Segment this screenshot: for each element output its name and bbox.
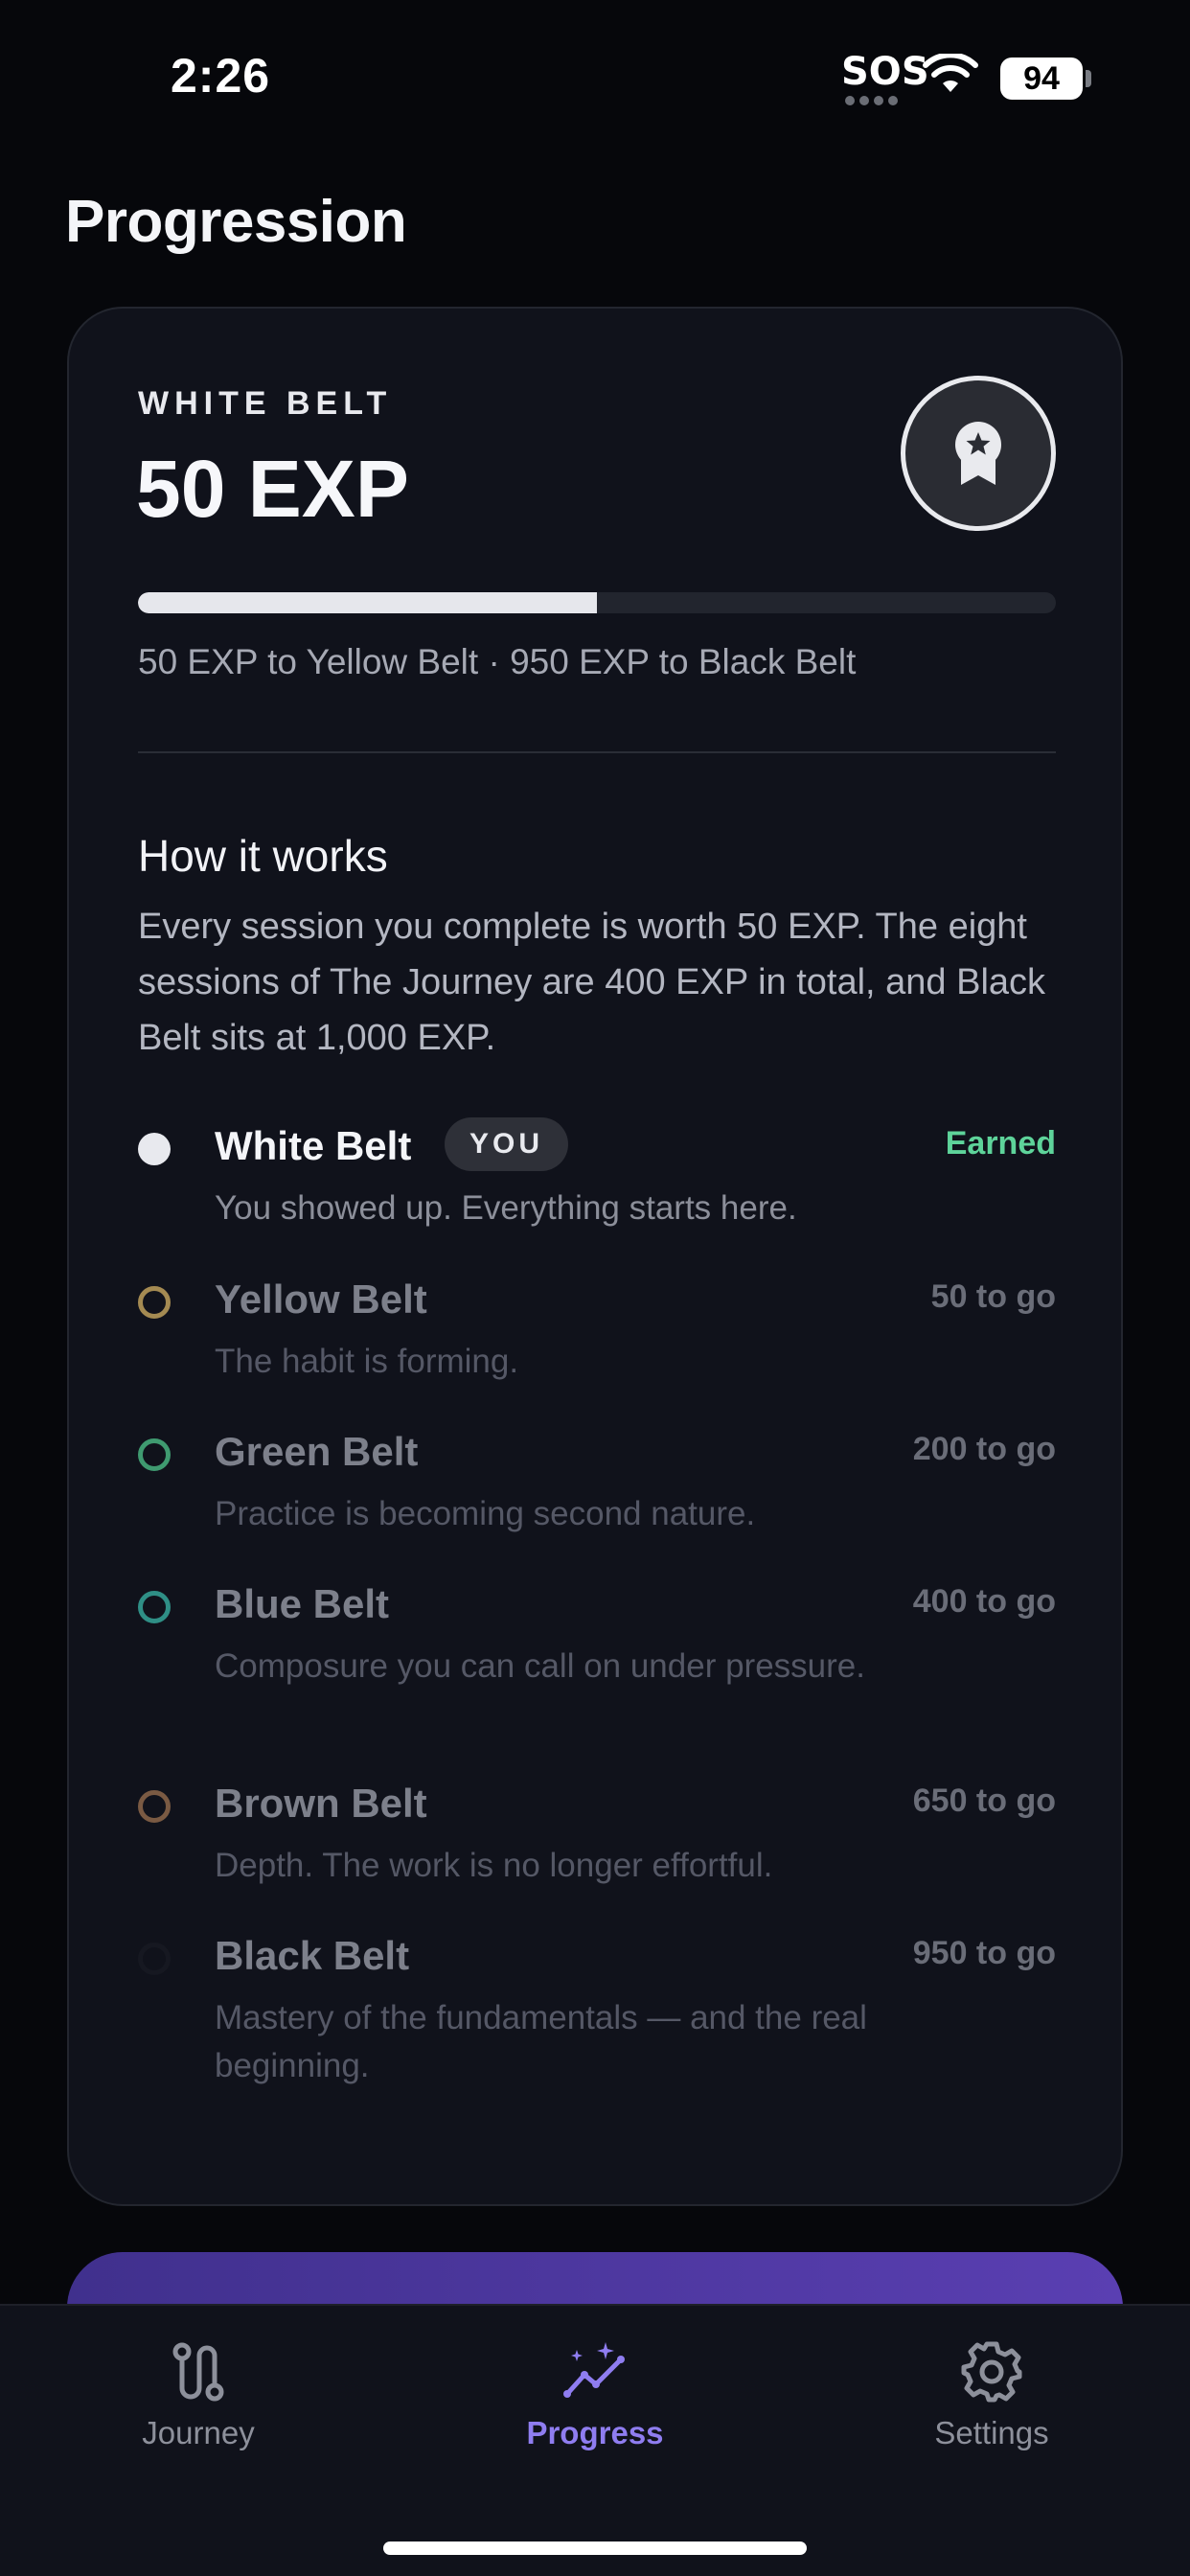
belt-status: 950 to go — [912, 1935, 1056, 1971]
belt-dot-icon — [138, 1591, 171, 1623]
belt-description: Mastery of the fundamentals — and the re… — [215, 1999, 867, 2084]
progression-card: WHITE BELT 50 EXP 50 EXP to Yellow Belt … — [67, 307, 1123, 2206]
belt-status: 50 to go — [930, 1278, 1056, 1315]
belt-dot-icon — [138, 1286, 171, 1319]
progression-screen: 2:26 SOS 94 Progression WHITE BELT 50 EX… — [0, 0, 1190, 2576]
status-time: 2:26 — [171, 49, 271, 103]
belt-description: You showed up. Everything starts here. — [215, 1189, 797, 1227]
belt-dot-icon — [138, 1943, 171, 1975]
you-badge: YOU — [445, 1117, 569, 1171]
tab-bar: Journey Progress Settings — [0, 2304, 1190, 2576]
belt-description: Practice is becoming second nature. — [215, 1495, 756, 1532]
tab-progress[interactable]: Progress — [470, 2338, 720, 2451]
belt-dot-icon — [138, 1790, 171, 1823]
belt-dot-icon — [138, 1133, 171, 1165]
belt-description: Composure you can call on under pressure… — [215, 1647, 865, 1685]
belt-name: Brown Belt — [215, 1781, 427, 1826]
tab-label: Settings — [934, 2415, 1049, 2450]
battery-icon: 94 — [1000, 58, 1083, 100]
belt-status: Earned — [945, 1125, 1056, 1162]
trend-sparkle-icon — [563, 2342, 625, 2398]
belt-name: Yellow Belt — [215, 1276, 427, 1322]
belt-name: Blue Belt — [215, 1581, 390, 1626]
signal-dots-icon — [845, 96, 898, 105]
route-icon — [172, 2342, 224, 2402]
belt-status: 400 to go — [912, 1583, 1056, 1620]
wifi-icon — [923, 54, 978, 92]
belt-name: Black Belt — [215, 1933, 410, 1978]
divider — [138, 751, 1056, 753]
how-it-works-title: How it works — [138, 831, 388, 881]
page-title: Progression — [65, 189, 407, 255]
belt-name: White Belt — [215, 1123, 412, 1168]
sos-indicator: SOS — [841, 50, 929, 94]
tab-label: Journey — [142, 2415, 255, 2450]
belt-status: 650 to go — [912, 1782, 1056, 1819]
belt-dot-icon — [138, 1438, 171, 1471]
belt-status: 200 to go — [912, 1431, 1056, 1467]
award-ribbon-icon — [901, 376, 1056, 531]
exp-progress-bar — [138, 592, 1056, 613]
how-it-works-body: Every session you complete is worth 50 E… — [138, 907, 1046, 1058]
exp-total: 50 EXP — [136, 444, 409, 534]
tab-settings[interactable]: Settings — [867, 2338, 1116, 2451]
belt-description: Depth. The work is no longer effortful. — [215, 1847, 773, 1884]
belt-name: Green Belt — [215, 1429, 419, 1474]
battery-tip — [1086, 70, 1091, 87]
home-indicator[interactable] — [383, 2542, 807, 2555]
exp-progress-fill — [138, 592, 597, 613]
gear-icon — [961, 2341, 1022, 2403]
tab-journey[interactable]: Journey — [74, 2338, 323, 2451]
progress-caption: 50 EXP to Yellow Belt · 950 EXP to Black… — [138, 642, 857, 681]
status-bar: 2:26 SOS 94 — [0, 0, 1190, 144]
current-belt-label: WHITE BELT — [138, 385, 393, 422]
tab-label: Progress — [526, 2415, 664, 2450]
belt-description: The habit is forming. — [215, 1343, 519, 1380]
